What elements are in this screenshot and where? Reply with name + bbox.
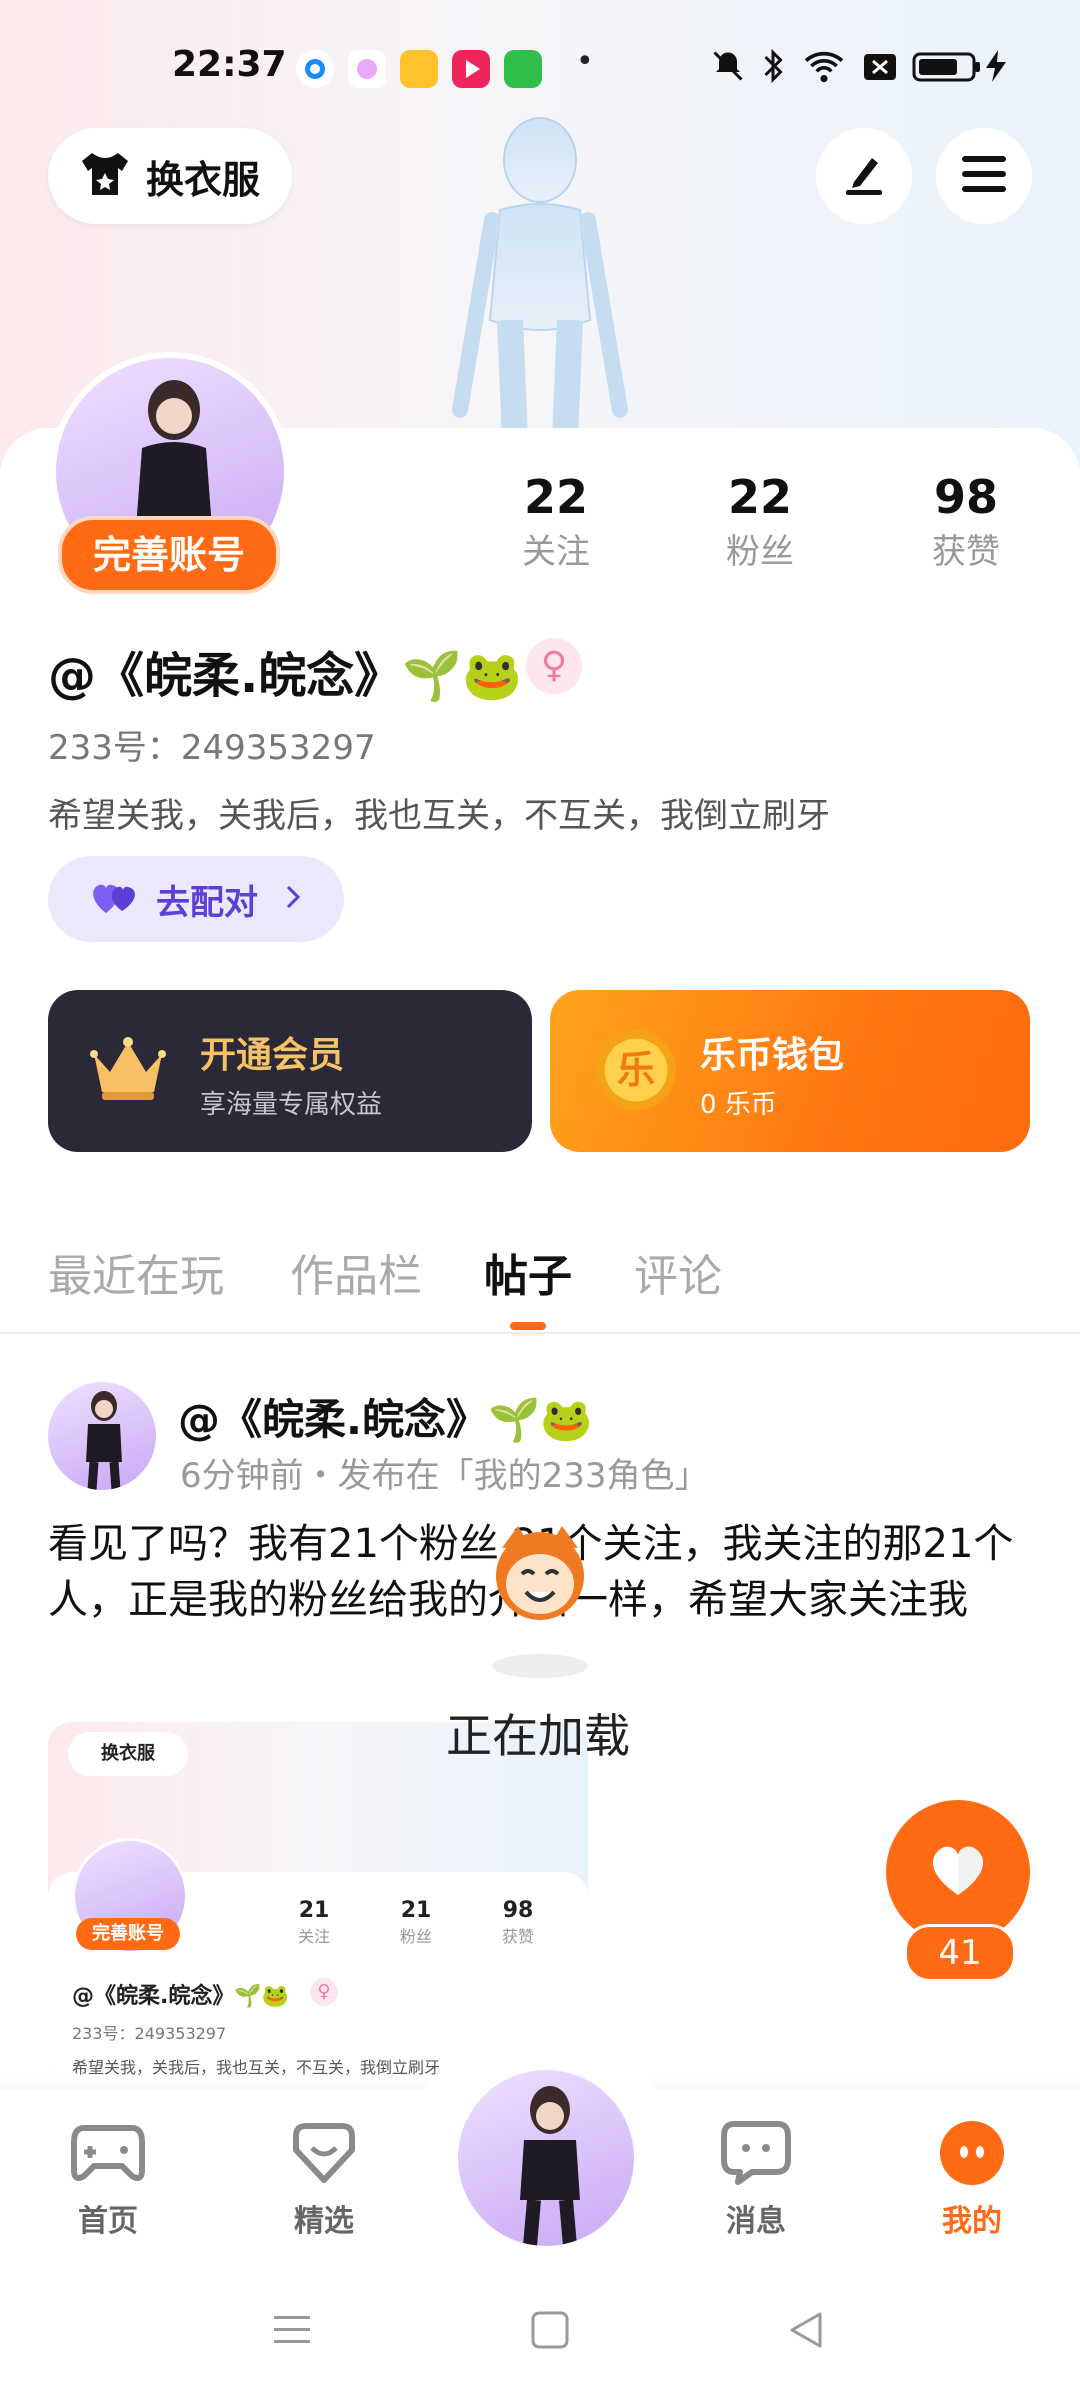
notification-dot: • — [576, 44, 594, 79]
profile-id: 233号：249353297 — [48, 728, 376, 768]
gamepad-icon — [70, 2125, 146, 2190]
dress-up-button[interactable]: 换衣服 — [48, 128, 292, 224]
avatar-preview-figure — [430, 110, 650, 441]
thumb-id: 233号：249353297 — [72, 2024, 227, 2043]
vip-card[interactable]: 开通会员 享海量专属权益 — [48, 990, 532, 1152]
heart-box-icon — [286, 2123, 362, 2190]
battery-icon — [912, 48, 982, 93]
stat-label: 粉丝 — [726, 532, 794, 572]
bluetooth-icon — [758, 48, 788, 93]
post-author-avatar[interactable] — [48, 1382, 156, 1490]
stat-value: 22 — [523, 470, 588, 524]
stat-label: 关注 — [522, 532, 590, 572]
stat-value: 22 — [727, 470, 792, 524]
female-gender-icon: ♀ — [526, 638, 582, 694]
charging-icon — [984, 48, 1008, 93]
thumb-stat: 98 获赞 — [488, 1898, 548, 1947]
post-author-name[interactable]: @《皖柔.皖念》🌱🐸 — [178, 1386, 593, 1447]
thumb-dress-up-label: 换衣服 — [68, 1732, 188, 1776]
back-icon[interactable] — [786, 2310, 826, 2354]
me-icon — [937, 2121, 1007, 2190]
center-avatar-button[interactable] — [452, 2064, 640, 2252]
coin-wallet-title: 乐币钱包 — [700, 1035, 845, 1076]
nav-label: 我的 — [942, 2204, 1002, 2239]
active-tab-indicator — [510, 1322, 546, 1330]
thumb-bio: 希望关我，关我后，我也互关，不互关，我倒立刷牙 — [72, 2058, 441, 2077]
pen-icon — [840, 150, 888, 202]
mute-icon — [710, 48, 746, 93]
menu-button[interactable] — [936, 128, 1032, 224]
thumb-stat: 21 粉丝 — [386, 1898, 446, 1947]
book-app-icon — [400, 50, 438, 88]
coin-icon: 乐 — [596, 1030, 676, 1110]
android-app-icon — [504, 50, 542, 88]
coin-wallet-card[interactable]: 乐 乐币钱包 0 乐币 — [550, 990, 1030, 1152]
thumb-stat-value: 98 — [502, 1898, 534, 1923]
system-nav-bar — [0, 2266, 1080, 2400]
chat-icon — [718, 2121, 794, 2190]
go-match-label: 去配对 — [156, 882, 258, 923]
home-icon[interactable] — [530, 2310, 570, 2354]
thumb-stat-label: 粉丝 — [399, 1927, 432, 1946]
thumb-stat: 21 关注 — [284, 1898, 344, 1947]
thumb-username: @《皖柔.皖念》🌱🐸 — [72, 1984, 290, 2009]
thumb-stat-value: 21 — [400, 1898, 432, 1923]
nav-messages[interactable]: 消息 — [686, 2120, 826, 2240]
crown-icon — [88, 1034, 168, 1108]
vip-subtitle: 享海量专属权益 — [200, 1090, 383, 1120]
thumb-stat-label: 关注 — [297, 1927, 330, 1946]
sim-off-icon — [862, 48, 898, 93]
hearts-icon — [88, 877, 142, 921]
nav-home[interactable]: 首页 — [38, 2120, 178, 2240]
complete-account-badge[interactable]: 完善账号 — [58, 516, 280, 594]
chevron-right-icon — [284, 883, 302, 915]
tab-comments[interactable]: 评论 — [634, 1240, 722, 1304]
thumb-stat-value: 21 — [298, 1898, 330, 1923]
nav-featured[interactable]: 精选 — [254, 2120, 394, 2240]
loading-text: 正在加载 — [446, 1709, 630, 1763]
heart-icon — [926, 1841, 990, 1903]
tab-recently-played[interactable]: 最近在玩 — [48, 1240, 224, 1304]
stat-followers[interactable]: 22 粉丝 — [680, 470, 840, 573]
thumb-badge: 完善账号 — [76, 1918, 180, 1950]
stat-label: 获赞 — [932, 532, 1000, 572]
tabs-divider — [0, 1332, 1080, 1334]
nav-label: 消息 — [726, 2204, 786, 2239]
profile-username: @《皖柔.皖念》🌱🐸 — [48, 648, 522, 704]
video-app-icon — [452, 50, 490, 88]
stat-following[interactable]: 22 关注 — [476, 470, 636, 573]
edit-profile-button[interactable] — [816, 128, 912, 224]
stat-likes[interactable]: 98 获赞 — [886, 470, 1046, 573]
go-match-button[interactable]: 去配对 — [48, 856, 344, 942]
thumb-stat-label: 获赞 — [501, 1927, 534, 1946]
like-count: 41 — [904, 1924, 1016, 1982]
tab-works[interactable]: 作品栏 — [290, 1240, 422, 1304]
app-notification-icon — [348, 50, 386, 88]
coin-balance: 0 乐币 — [700, 1090, 777, 1120]
app-notification-icon — [296, 50, 334, 88]
recent-apps-icon[interactable] — [272, 2310, 312, 2354]
post-image[interactable]: 换衣服 完善账号 21 关注 21 粉丝 98 获赞 @《皖柔.皖念》🌱🐸 ♀ … — [48, 1722, 588, 2092]
status-time: 22:37 — [172, 44, 287, 85]
like-button[interactable] — [886, 1800, 1030, 1944]
vip-title: 开通会员 — [200, 1035, 345, 1076]
tab-posts[interactable]: 帖子 — [484, 1240, 572, 1304]
menu-icon — [960, 152, 1008, 200]
post-meta: 6分钟前・发布在「我的233角色」 — [180, 1456, 709, 1496]
thumb-gender-icon: ♀ — [310, 1978, 338, 2006]
nav-me[interactable]: 我的 — [902, 2120, 1042, 2240]
wifi-icon — [802, 48, 846, 93]
tshirt-icon — [78, 151, 132, 201]
stat-value: 98 — [933, 470, 998, 524]
loading-mascot-icon — [484, 1518, 596, 1634]
nav-label: 精选 — [294, 2204, 354, 2239]
profile-bio: 希望关我，关我后，我也互关，不互关，我倒立刷牙 — [48, 796, 830, 836]
loading-shadow — [492, 1654, 588, 1678]
dress-up-label: 换衣服 — [146, 157, 261, 202]
nav-label: 首页 — [78, 2204, 138, 2239]
